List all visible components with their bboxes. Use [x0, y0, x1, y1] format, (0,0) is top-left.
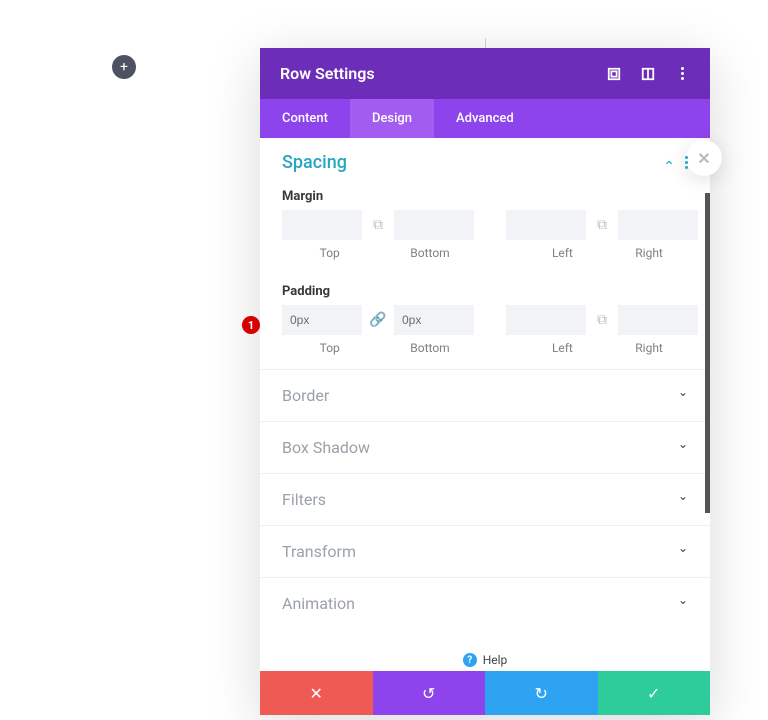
chevron-down-icon: [678, 493, 688, 507]
help-label: Help: [483, 653, 508, 667]
section-label: Border: [282, 386, 329, 405]
expand-icon[interactable]: [606, 66, 622, 82]
margin-right-label: Right: [610, 246, 688, 260]
padding-tb-pair: 🔗: [282, 305, 474, 335]
spacing-actions: [663, 153, 688, 172]
margin-sublabels: Top Bottom Left Right: [260, 240, 710, 274]
collapse-icon[interactable]: [663, 153, 675, 172]
panel-footer: ✕ ↺ ↻ ✓: [260, 671, 710, 715]
spacing-section-header[interactable]: Spacing: [260, 138, 710, 179]
padding-top-input[interactable]: [282, 305, 362, 335]
margin-label: Margin: [260, 179, 710, 210]
section-label: Box Shadow: [282, 438, 370, 457]
tab-design[interactable]: Design: [350, 99, 434, 138]
section-transform[interactable]: Transform: [260, 526, 710, 578]
link-icon[interactable]: 🔗: [368, 310, 388, 330]
redo-button[interactable]: ↻: [485, 671, 598, 715]
close-icon: ✕: [310, 684, 323, 703]
check-icon: ✓: [647, 684, 660, 703]
help-icon: ?: [463, 653, 477, 667]
tab-content[interactable]: Content: [260, 99, 350, 138]
section-box-shadow[interactable]: Box Shadow: [260, 422, 710, 474]
margin-lr-pair: ⧉: [506, 210, 698, 240]
margin-left-label: Left: [515, 246, 610, 260]
chevron-down-icon: [678, 597, 688, 611]
padding-left-input[interactable]: [506, 305, 586, 335]
header-actions: [606, 66, 690, 82]
margin-tb-pair: ⧉: [282, 210, 474, 240]
margin-right-input[interactable]: [618, 210, 698, 240]
margin-left-input[interactable]: [506, 210, 586, 240]
section-label: Transform: [282, 542, 356, 561]
padding-left-label: Left: [515, 341, 610, 355]
help-row[interactable]: ? Help: [260, 643, 710, 671]
margin-bottom-label: Bottom: [377, 246, 482, 260]
link-icon[interactable]: ⧉: [368, 215, 388, 235]
margin-top-label: Top: [282, 246, 377, 260]
link-icon[interactable]: ⧉: [592, 215, 612, 235]
link-icon[interactable]: ⧉: [592, 310, 612, 330]
save-button[interactable]: ✓: [598, 671, 711, 715]
padding-top-label: Top: [282, 341, 377, 355]
section-more-icon[interactable]: [685, 156, 688, 169]
undo-icon: ↺: [422, 684, 435, 703]
section-filters[interactable]: Filters: [260, 474, 710, 526]
tab-advanced[interactable]: Advanced: [434, 99, 536, 138]
padding-right-label: Right: [610, 341, 688, 355]
padding-row: 🔗 ⧉: [260, 305, 710, 335]
add-section-button[interactable]: +: [112, 55, 136, 79]
padding-bottom-label: Bottom: [377, 341, 482, 355]
chevron-down-icon: [678, 389, 688, 403]
section-border[interactable]: Border: [260, 370, 710, 422]
scrollbar[interactable]: [705, 193, 710, 513]
cancel-button[interactable]: ✕: [260, 671, 373, 715]
section-animation[interactable]: Animation: [260, 578, 710, 629]
plus-icon: +: [120, 59, 128, 75]
panel-title: Row Settings: [280, 64, 375, 83]
section-label: Animation: [282, 594, 355, 613]
panel-body: 1 Spacing Margin ⧉ ⧉ Top: [260, 138, 710, 671]
undo-button[interactable]: ↺: [373, 671, 486, 715]
collapsed-sections: Border Box Shadow Filters Transform Anim…: [260, 369, 710, 629]
padding-bottom-input[interactable]: [394, 305, 474, 335]
margin-row: ⧉ ⧉: [260, 210, 710, 240]
padding-right-input[interactable]: [618, 305, 698, 335]
padding-sublabels: Top Bottom Left Right: [260, 335, 710, 369]
tabs: Content Design Advanced: [260, 99, 710, 138]
redo-icon: ↻: [535, 684, 548, 703]
margin-top-input[interactable]: [282, 210, 362, 240]
padding-label: Padding: [260, 274, 710, 305]
padding-lr-pair: ⧉: [506, 305, 698, 335]
chevron-down-icon: [678, 545, 688, 559]
more-options-icon[interactable]: [674, 66, 690, 82]
snap-icon[interactable]: [640, 66, 656, 82]
annotation-badge-1: 1: [242, 316, 260, 334]
settings-panel: Row Settings Content Design Advanced ✕ 1…: [260, 48, 710, 715]
panel-header: Row Settings: [260, 48, 710, 99]
chevron-down-icon: [678, 441, 688, 455]
spacing-title: Spacing: [282, 152, 347, 173]
top-tick: [485, 38, 486, 48]
margin-bottom-input[interactable]: [394, 210, 474, 240]
section-label: Filters: [282, 490, 326, 509]
